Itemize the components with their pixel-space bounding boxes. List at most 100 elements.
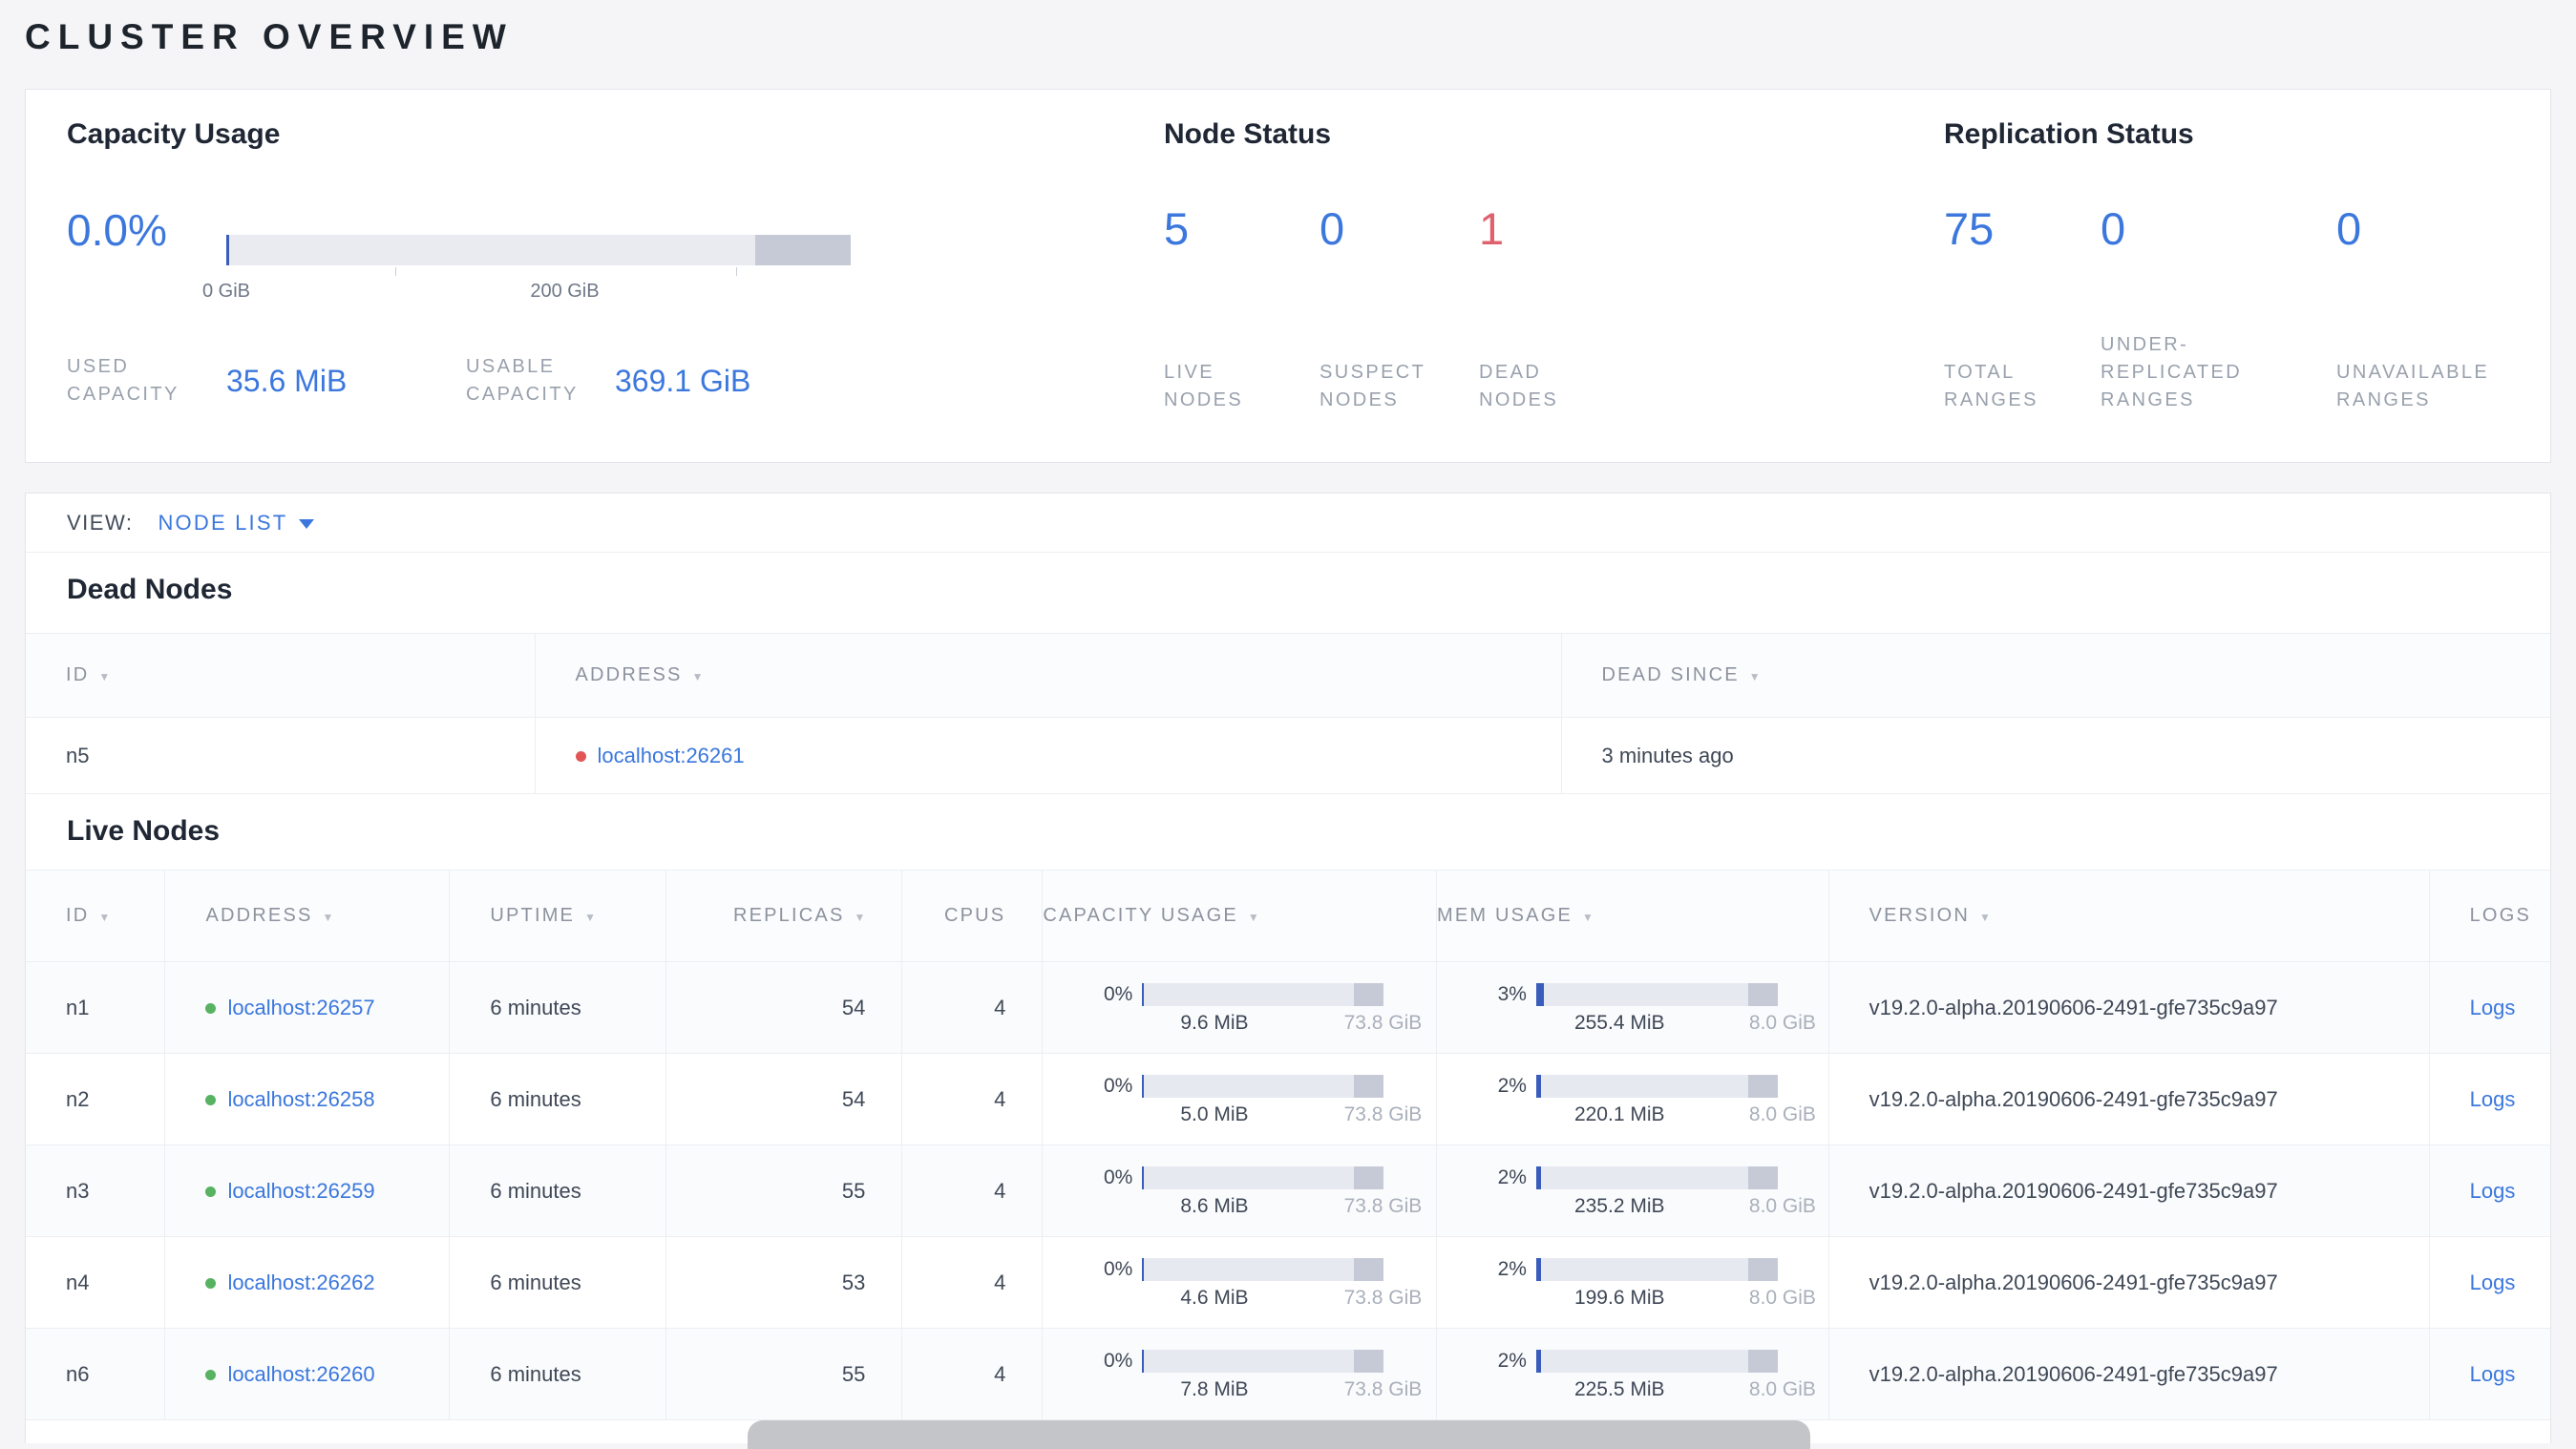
node-address-link[interactable]: localhost:26262 — [227, 1270, 374, 1295]
node-address-cell: localhost:26261 — [534, 717, 1561, 794]
capacity-usage-cell: 0% 7.8 MiB 73.8 GiB — [1042, 1328, 1437, 1420]
cpus-cell: 4 — [901, 1144, 1043, 1237]
capacity-bar-endcap — [1354, 1166, 1384, 1189]
capacity-bar-track — [226, 235, 851, 265]
node-id-cell: n6 — [26, 1328, 165, 1420]
column-header-uptime[interactable]: UPTIME ▼ — [449, 870, 666, 962]
dead-nodes-label: DEAD NODES — [1479, 362, 1559, 410]
node-address-link[interactable]: localhost:26261 — [598, 744, 745, 768]
used-capacity-label: USED CAPACITY — [67, 356, 179, 405]
unavailable-ranges-count: 0 — [2336, 203, 2362, 254]
live-nodes-label: LIVE NODES — [1164, 362, 1244, 410]
live-nodes-count: 5 — [1164, 203, 1190, 254]
capacity-used-value: 8.6 MiB — [1180, 1194, 1249, 1217]
mem-usage-meter: 2% 199.6 MiB 8.0 GiB — [1437, 1257, 1827, 1308]
version-cell: v19.2.0-alpha.20190606-2491-gfe735c9a97 — [1827, 1053, 2430, 1145]
replicas-cell: 54 — [665, 961, 902, 1054]
column-label: CPUS — [943, 905, 1006, 926]
node-id: n3 — [66, 1178, 90, 1203]
logs-link[interactable]: Logs — [2470, 996, 2516, 1019]
capacity-total-value: 73.8 GiB — [1343, 1377, 1423, 1400]
logs-link[interactable]: Logs — [2470, 1270, 2516, 1294]
replication-status-title: Replication Status — [1944, 118, 2194, 150]
mem-bar-endcap — [1747, 1166, 1778, 1189]
node-address-cell: localhost:26258 — [164, 1053, 450, 1145]
capacity-total-value: 73.8 GiB — [1343, 1286, 1423, 1309]
under-replicated-ranges-count: 0 — [2101, 203, 2126, 254]
mem-total-value: 8.0 GiB — [1748, 1194, 1816, 1217]
column-header-version[interactable]: VERSION ▼ — [1827, 870, 2430, 962]
used-capacity-stat: USED CAPACITY 35.6 MiB — [67, 353, 347, 409]
version-cell: v19.2.0-alpha.20190606-2491-gfe735c9a97 — [1827, 1236, 2430, 1329]
column-header-replicas[interactable]: REPLICAS ▼ — [665, 870, 902, 962]
capacity-total-value: 73.8 GiB — [1343, 1194, 1423, 1217]
logs-link[interactable]: Logs — [2470, 1362, 2516, 1386]
node-address-link[interactable]: localhost:26257 — [227, 996, 374, 1020]
uptime-cell: 6 minutes — [449, 961, 666, 1054]
dead-nodes-table-body: n5 localhost:26261 3 minutes ago — [26, 717, 2550, 794]
logs-link[interactable]: Logs — [2470, 1087, 2516, 1111]
logs-cell: Logs — [2428, 1053, 2550, 1145]
axis-tick — [735, 267, 737, 276]
node-address-link[interactable]: localhost:26258 — [227, 1087, 374, 1112]
mem-usage-cell: 3% 255.4 MiB 8.0 GiB — [1435, 961, 1829, 1054]
total-ranges-count: 75 — [1944, 203, 1995, 254]
capacity-percent: 0% — [1103, 982, 1133, 1005]
column-label: REPLICAS — [732, 905, 845, 926]
node-address-link[interactable]: localhost:26259 — [227, 1179, 374, 1204]
column-label: ADDRESS — [205, 905, 313, 926]
capacity-used-value: 5.0 MiB — [1180, 1102, 1249, 1125]
column-header-address[interactable]: ADDRESS ▼ — [164, 870, 450, 962]
capacity-bar-fill — [1142, 982, 1145, 1006]
view-mode-dropdown[interactable]: NODE LIST — [158, 511, 315, 536]
live-status-dot-icon — [205, 1002, 217, 1014]
column-label: MEM USAGE — [1436, 905, 1573, 926]
capacity-usage-cell: 0% 9.6 MiB 73.8 GiB — [1042, 961, 1437, 1054]
node-id: n1 — [66, 995, 90, 1019]
node-status-title: Node Status — [1164, 118, 1332, 150]
page-title: CLUSTER OVERVIEW — [25, 17, 514, 56]
node-id-cell: n1 — [26, 962, 165, 1054]
live-status-dot-icon — [205, 1094, 217, 1105]
sort-arrow-icon: ▼ — [1247, 911, 1259, 924]
capacity-bar-endcap — [1354, 1074, 1384, 1098]
column-header-id[interactable]: ID ▼ — [26, 870, 165, 962]
mem-total-value: 8.0 GiB — [1748, 1102, 1816, 1125]
capacity-percent-value: 0.0% — [67, 205, 167, 255]
node-id-cell: n5 — [26, 717, 535, 794]
sort-arrow-icon: ▼ — [1582, 911, 1594, 924]
uptime-cell: 6 minutes — [449, 1236, 666, 1329]
mem-total-value: 8.0 GiB — [1748, 1377, 1816, 1400]
column-header-capacity[interactable]: CAPACITY USAGE ▼ — [1042, 870, 1437, 962]
column-label: LOGS — [2469, 905, 2531, 926]
mem-used-value: 220.1 MiB — [1573, 1102, 1665, 1125]
column-header-dead_since[interactable]: DEAD SINCE ▼ — [1560, 633, 2550, 718]
column-header-address[interactable]: ADDRESS ▼ — [534, 633, 1561, 718]
node-id: n5 — [66, 743, 90, 767]
mem-mini-bar — [1535, 1257, 1778, 1281]
axis-label-200: 200 GiB — [530, 281, 600, 302]
capacity-used-value: 4.6 MiB — [1180, 1286, 1249, 1309]
dead-nodes-title: Dead Nodes — [67, 574, 233, 605]
node-address-cell: localhost:26262 — [164, 1236, 450, 1329]
column-header-id[interactable]: ID ▼ — [26, 633, 535, 718]
sort-arrow-icon: ▼ — [322, 911, 334, 924]
logs-cell: Logs — [2428, 1236, 2550, 1329]
node-id-cell: n2 — [26, 1053, 165, 1145]
capacity-total-value: 73.8 GiB — [1343, 1011, 1423, 1034]
column-label: ID — [66, 664, 90, 685]
used-capacity-value: 35.6 MiB — [226, 363, 348, 398]
column-header-cpus: CPUS — [901, 870, 1043, 962]
cpus-cell: 4 — [901, 1053, 1043, 1145]
logs-link[interactable]: Logs — [2470, 1179, 2516, 1203]
mem-mini-bar — [1535, 1349, 1778, 1373]
column-header-mem[interactable]: MEM USAGE ▼ — [1435, 870, 1829, 962]
dead-since-cell: 3 minutes ago — [1560, 717, 2550, 794]
capacity-bar-fill — [1142, 1349, 1145, 1373]
mem-bar-endcap — [1747, 1074, 1778, 1098]
node-address-link[interactable]: localhost:26260 — [227, 1362, 374, 1387]
version-cell: v19.2.0-alpha.20190606-2491-gfe735c9a97 — [1827, 1328, 2430, 1420]
live-node-row: n4 localhost:26262 6 minutes 53 4 0% 4.6 — [26, 1236, 2550, 1329]
sort-arrow-icon: ▼ — [854, 911, 866, 924]
cluster-overview-page: CLUSTER OVERVIEW Capacity Usage 0.0% 0 G… — [0, 0, 2576, 1443]
